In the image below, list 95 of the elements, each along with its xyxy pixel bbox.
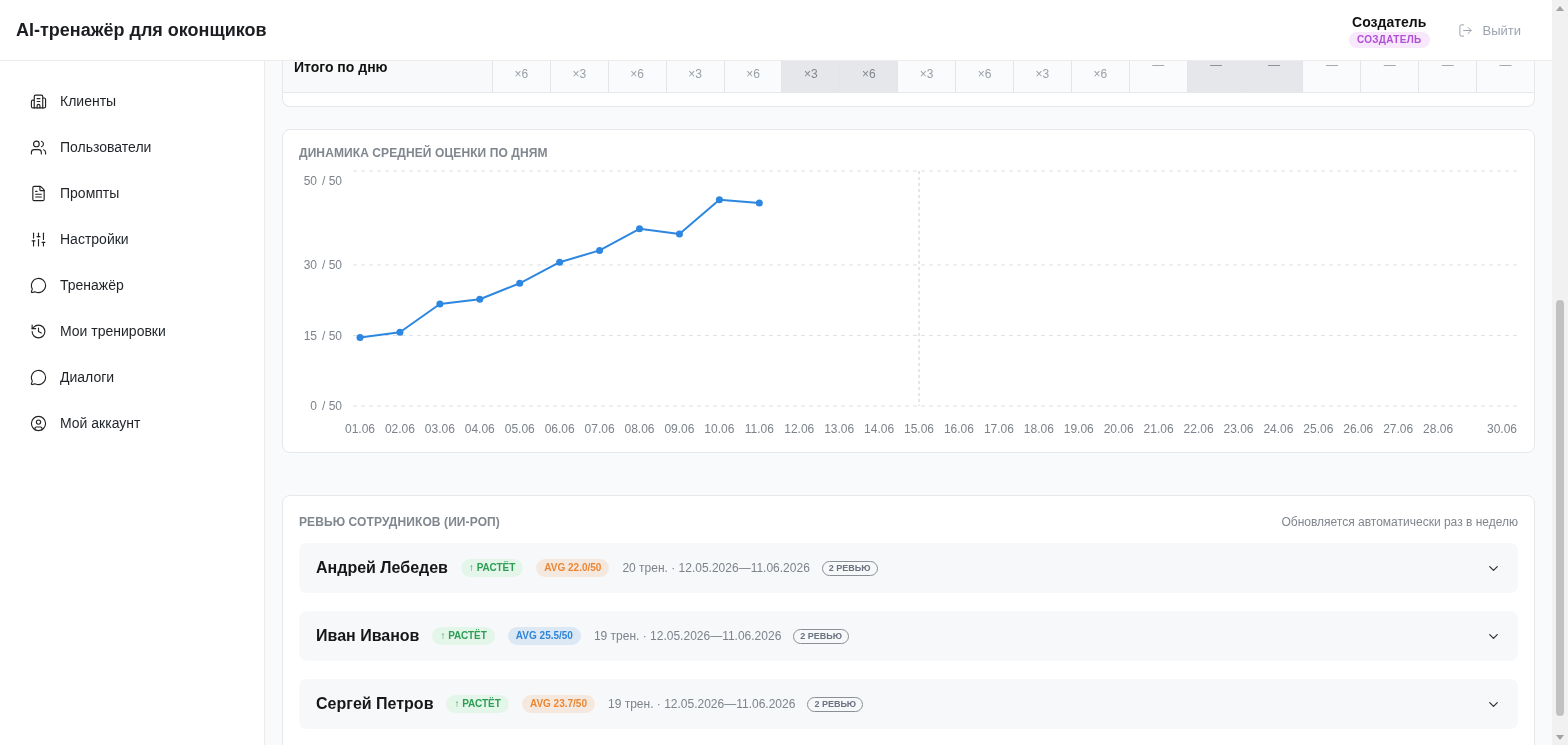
data-point	[476, 295, 484, 303]
review-row[interactable]: Андрей Лебедев ↑ РАСТЁТ AVG 22.0/50 20 трен. · 12.05.2026—11.06.2026 2 РЕВЬЮ	[299, 543, 1518, 593]
axis-label: 15.06	[904, 422, 935, 436]
trend-badge: ↑ РАСТЁТ	[460, 559, 524, 577]
data-point	[356, 333, 364, 341]
data-point	[715, 196, 723, 204]
employee-name: Иван Иванов	[316, 627, 420, 645]
sidebar-item[interactable]: Клиенты	[0, 78, 264, 124]
axis-label: 12.06	[784, 422, 815, 436]
logout-icon	[1457, 22, 1473, 38]
table-cell: —	[1186, 61, 1245, 92]
sidebar-item[interactable]: Настройки	[0, 216, 264, 262]
sidebar-item[interactable]: Мои тренировки	[0, 308, 264, 354]
section-title: РЕВЬЮ СОТРУДНИКОВ (ИИ-РОП)	[299, 515, 500, 529]
axis-label: 30	[303, 258, 317, 272]
axis-label: 28.06	[1423, 422, 1454, 436]
axis-label: / 50	[322, 328, 342, 343]
sidebar-item[interactable]: Мой аккаунт	[0, 400, 264, 446]
user-name: Создатель	[1352, 14, 1427, 30]
axis-label: 07.06	[584, 422, 615, 436]
data-point	[436, 300, 444, 308]
chat-bubble-icon	[30, 276, 47, 294]
axis-label: 13.06	[824, 422, 855, 436]
data-point	[396, 328, 404, 336]
sliders-icon	[30, 230, 47, 248]
axis-label: 20.06	[1103, 422, 1134, 436]
chat-bubble-icon	[30, 368, 47, 386]
axis-label: 04.06	[464, 422, 495, 436]
axis-label: 25.06	[1303, 422, 1334, 436]
axis-label: 22.06	[1183, 422, 1214, 436]
sidebar-item[interactable]: Диалоги	[0, 354, 264, 400]
scroll-down-icon[interactable]	[1556, 734, 1564, 740]
review-row[interactable]: Иван Иванов ↑ РАСТЁТ AVG 25.5/50 19 трен. · 12.05.2026—11.06.2026 2 РЕВЬЮ	[299, 611, 1518, 661]
row-label: Итого по дню	[293, 61, 389, 77]
document-icon	[30, 184, 47, 202]
avg-badge: AVG 22.0/50	[536, 559, 610, 577]
data-point	[516, 279, 524, 287]
axis-label: 0	[310, 399, 317, 413]
axis-label: 08.06	[624, 422, 655, 436]
axis-label: 21.06	[1143, 422, 1174, 436]
scrollbar[interactable]	[1552, 0, 1568, 745]
review-meta: 20 трен. · 12.05.2026—11.06.2026	[622, 561, 810, 575]
data-point	[596, 246, 604, 254]
scroll-up-icon[interactable]	[1556, 5, 1564, 11]
employee-name: Андрей Лебедев	[316, 559, 448, 577]
data-point	[636, 225, 643, 233]
axis-label: / 50	[322, 399, 342, 413]
user-circle-icon	[30, 414, 47, 432]
axis-label: 16.06	[943, 422, 974, 436]
table-cell: —	[1244, 61, 1303, 92]
axis-label: / 50	[322, 258, 342, 272]
trend-badge: ↑ РАСТЁТ	[446, 695, 509, 713]
review-meta: 19 трен. · 12.05.2026—11.06.2026	[608, 697, 796, 711]
data-point	[755, 199, 763, 207]
sidebar-item[interactable]: Промпты	[0, 170, 264, 216]
axis-label: 30.06	[1486, 422, 1517, 436]
axis-label: 03.06	[424, 422, 455, 436]
users-icon	[30, 138, 47, 156]
data-point	[556, 258, 564, 266]
app-title: AI-тренажёр для оконщиков	[16, 19, 267, 41]
axis-label: 01.06	[345, 422, 375, 436]
review-meta: 19 трен. · 12.05.2026—11.06.2026	[593, 629, 782, 643]
axis-label: 10.06	[704, 422, 735, 436]
axis-label: 15	[303, 328, 317, 343]
axis-label: 26.06	[1343, 422, 1374, 436]
table-cell: ×6	[839, 61, 898, 92]
role-badge: СОЗДАТЕЛЬ	[1348, 32, 1430, 48]
axis-label: 27.06	[1383, 422, 1414, 436]
sidebar-item[interactable]: Пользователи	[0, 124, 264, 170]
chart-title: ДИНАМИКА СРЕДНЕЙ ОЦЕНКИ ПО ДНЯМ	[299, 146, 549, 160]
update-note: Обновляется автоматически раз в неделю	[1281, 515, 1518, 529]
scrollbar-thumb[interactable]	[1556, 300, 1564, 716]
axis-label: 05.06	[504, 422, 535, 436]
axis-label: 17.06	[983, 422, 1014, 436]
axis-label: 09.06	[664, 422, 695, 436]
table-cell: ×3	[781, 61, 840, 92]
history-icon	[30, 322, 47, 340]
axis-label: 02.06	[384, 422, 415, 436]
axis-label: / 50	[322, 174, 342, 188]
sidebar-item[interactable]: Тренажёр	[0, 262, 264, 308]
review-row[interactable]: Сергей Петров ↑ РАСТЁТ AVG 23.7/50 19 трен. · 12.05.2026—11.06.2026 2 РЕВЬЮ	[299, 679, 1518, 729]
trend-badge: ↑ РАСТЁТ	[432, 627, 495, 645]
axis-label: 19.06	[1063, 422, 1094, 436]
axis-label: 23.06	[1223, 422, 1254, 436]
axis-label: 06.06	[544, 422, 575, 436]
axis-label: 18.06	[1023, 422, 1054, 436]
avg-badge: AVG 25.5/50	[507, 627, 581, 645]
building-icon	[30, 92, 47, 110]
avg-badge: AVG 23.7/50	[521, 695, 595, 713]
employee-name: Сергей Петров	[316, 695, 434, 713]
data-point	[675, 230, 683, 238]
axis-label: 50	[303, 174, 317, 188]
axis-label: 11.06	[744, 422, 774, 436]
axis-label: 24.06	[1263, 422, 1294, 436]
axis-label: 14.06	[864, 422, 895, 436]
